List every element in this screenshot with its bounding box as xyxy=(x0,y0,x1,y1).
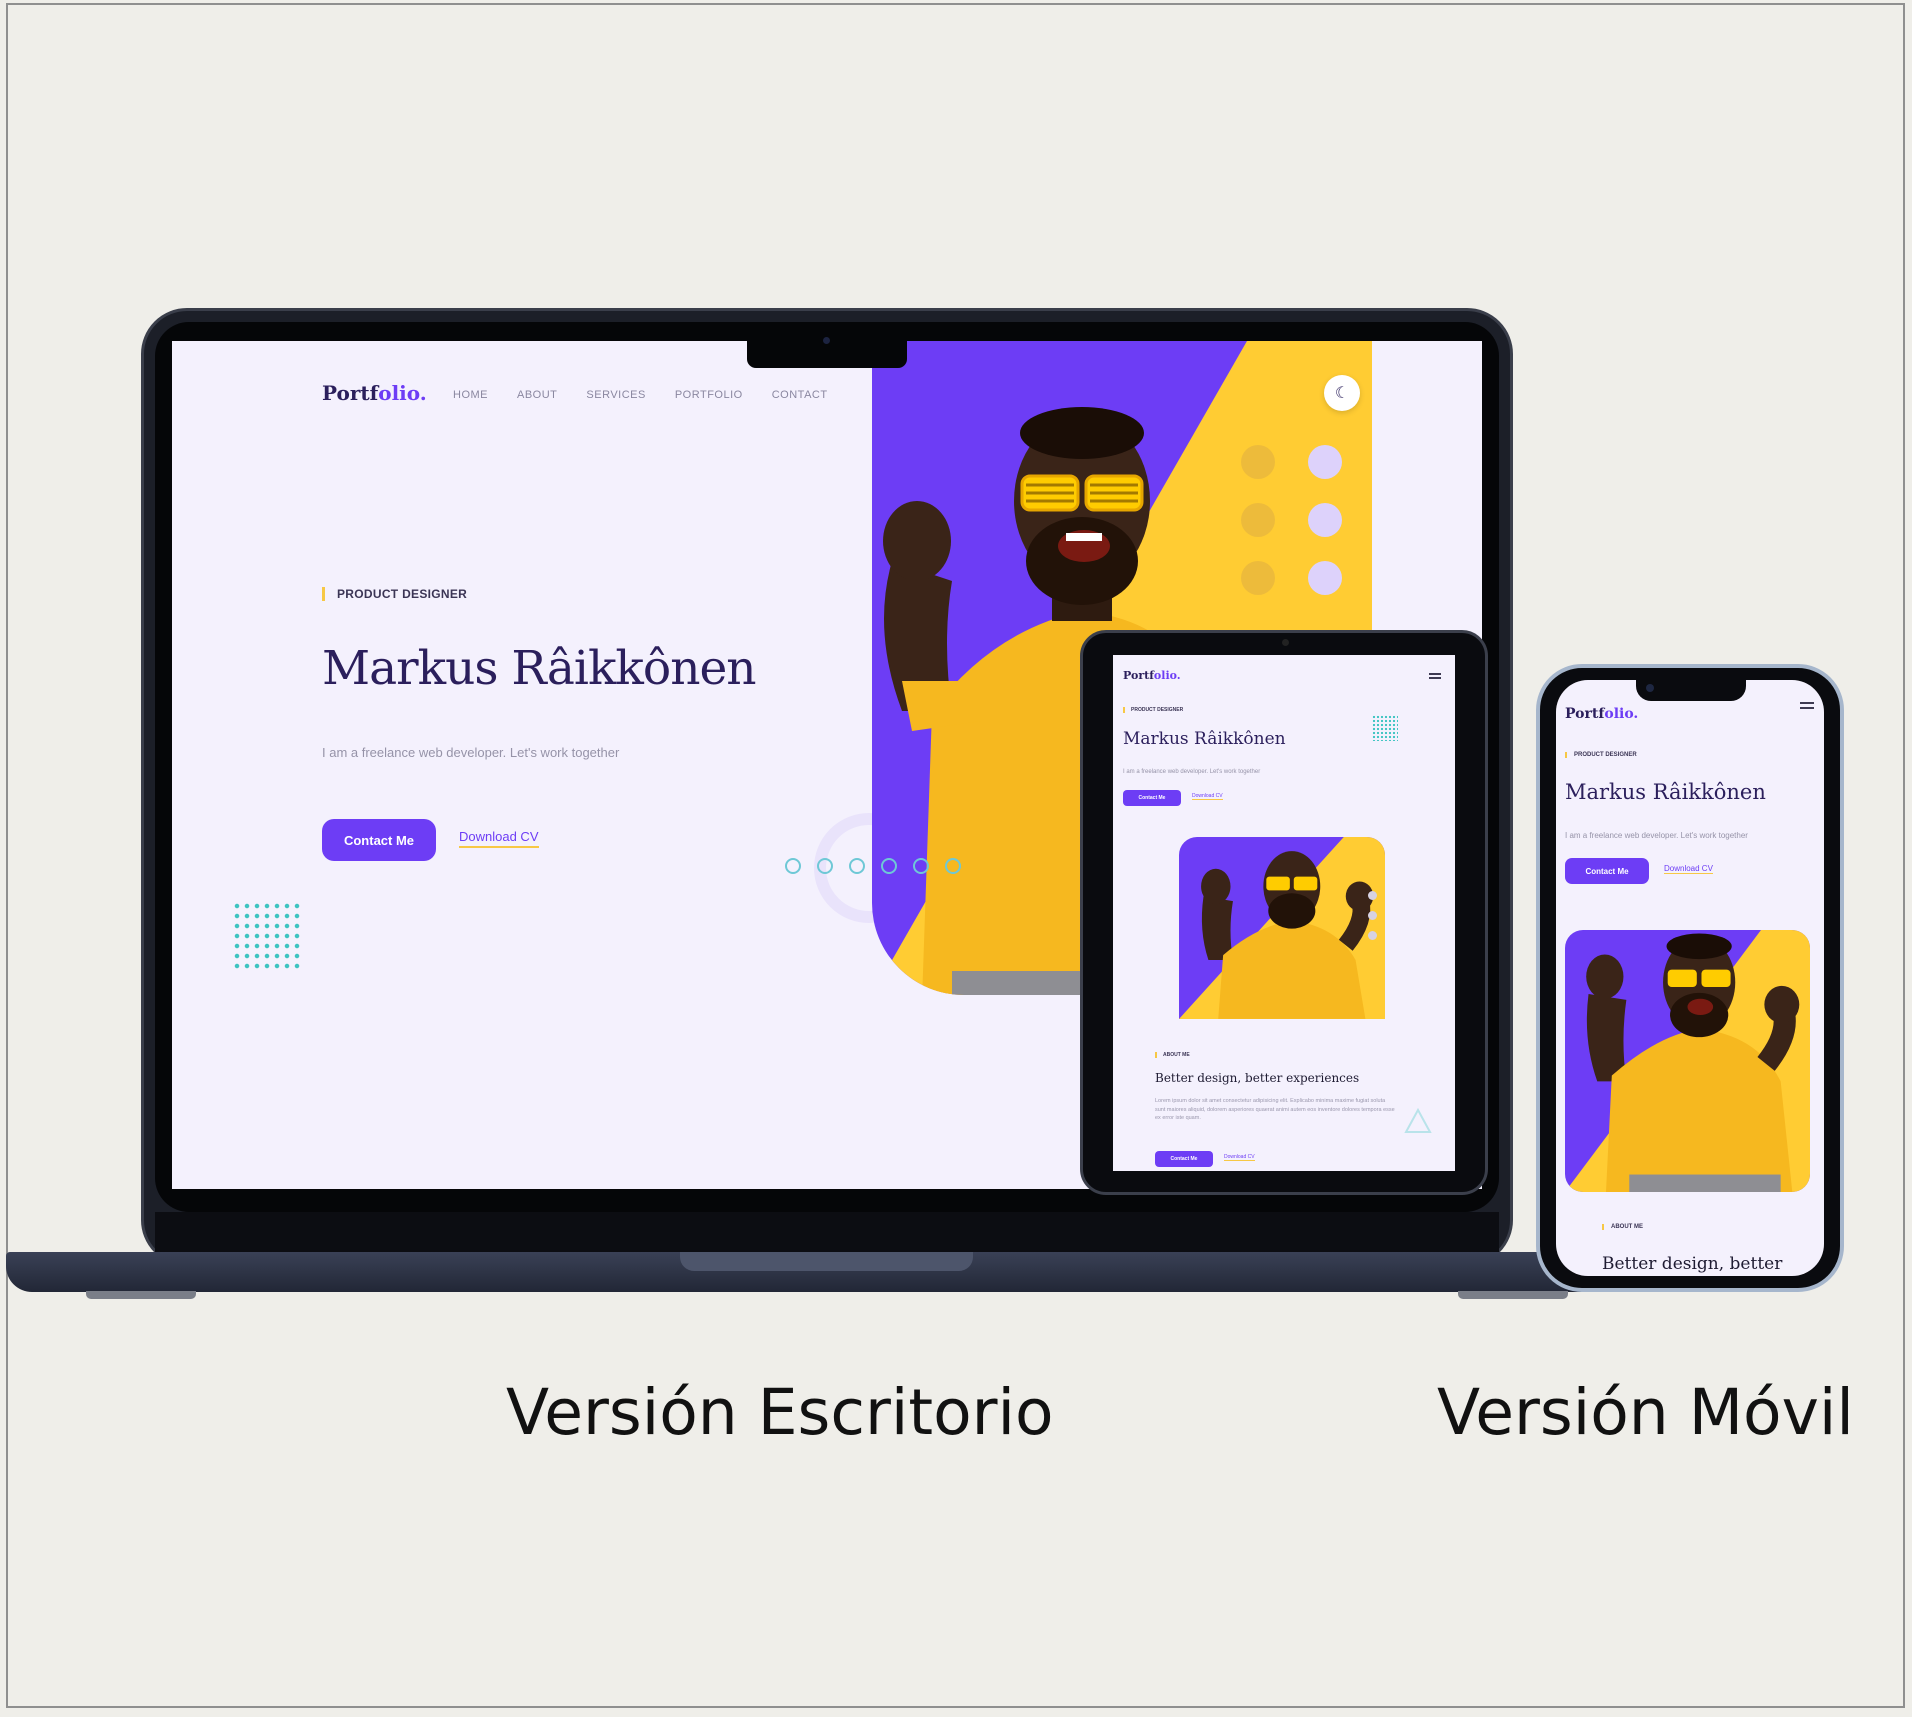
tablet-hero-name: Markus Râikkônen xyxy=(1123,729,1286,749)
laptop-foot xyxy=(86,1291,196,1299)
laptop-chin xyxy=(155,1212,1499,1252)
hamburger-menu-icon[interactable] xyxy=(1429,673,1441,679)
tablet-camera xyxy=(1282,639,1289,646)
phone-camera xyxy=(1646,684,1654,692)
tablet-logo[interactable]: Portfolio. xyxy=(1123,669,1181,682)
desktop-caption: Versión Escritorio xyxy=(506,1376,1054,1449)
purple-circle-decoration xyxy=(1308,503,1342,537)
tablet-download-cv-link[interactable]: Download CV xyxy=(1192,793,1223,800)
desktop-logo[interactable]: Portfolio. xyxy=(322,381,427,405)
mobile-caption: Versión Móvil xyxy=(1437,1376,1854,1449)
circle-decoration xyxy=(1368,891,1377,900)
tablet-about-text: Lorem ipsum dolor sit amet consectetur a… xyxy=(1155,1098,1395,1122)
laptop-camera xyxy=(823,337,830,344)
nav-about[interactable]: ABOUT xyxy=(517,389,557,401)
tablet-contact-button[interactable]: Contact Me xyxy=(1123,790,1181,806)
nav-portfolio[interactable]: PORTFOLIO xyxy=(675,389,743,401)
nav-contact[interactable]: CONTACT xyxy=(772,389,828,401)
mobile-about-heading: Better design, better xyxy=(1602,1254,1783,1274)
person-illustration xyxy=(1586,933,1800,1192)
desktop-download-cv-link[interactable]: Download CV xyxy=(459,829,539,848)
theme-toggle-button[interactable]: ☾ xyxy=(1324,375,1360,411)
dot-grid-decoration xyxy=(1372,715,1398,741)
person-illustration xyxy=(1201,851,1374,1019)
moon-icon: ☾ xyxy=(1334,385,1350,402)
carousel-dot[interactable] xyxy=(945,858,961,874)
tablet-about-tag: ABOUT ME xyxy=(1155,1052,1190,1058)
yellow-circle-decoration xyxy=(1241,561,1275,595)
carousel-dot[interactable] xyxy=(817,858,833,874)
mobile-hero-description: I am a freelance web developer. Let's wo… xyxy=(1565,831,1748,840)
laptop-opening-groove xyxy=(680,1252,973,1271)
tablet-about-heading: Better design, better experiences xyxy=(1155,1071,1360,1085)
desktop-tagline: PRODUCT DESIGNER xyxy=(322,587,467,601)
purple-circle-decoration xyxy=(1308,445,1342,479)
nav-services[interactable]: SERVICES xyxy=(586,389,645,401)
mobile-hero-image xyxy=(1565,930,1810,1192)
tablet-tagline: PRODUCT DESIGNER xyxy=(1123,707,1183,713)
mobile-logo[interactable]: Portfolio. xyxy=(1565,706,1638,722)
dot-grid-decoration xyxy=(232,901,302,971)
mobile-tagline: PRODUCT DESIGNER xyxy=(1565,752,1637,758)
desktop-contact-button[interactable]: Contact Me xyxy=(322,819,436,861)
carousel-dot[interactable] xyxy=(785,858,801,874)
yellow-circle-decoration xyxy=(1241,503,1275,537)
nav-home[interactable]: HOME xyxy=(453,389,488,401)
mobile-contact-button[interactable]: Contact Me xyxy=(1565,858,1649,884)
carousel-dot[interactable] xyxy=(849,858,865,874)
desktop-hero-name: Markus Râikkônen xyxy=(322,641,757,696)
mobile-hero-name: Markus Râikkônen xyxy=(1565,780,1766,804)
triangle-decoration xyxy=(1404,1107,1432,1133)
mobile-about-tag: ABOUT ME xyxy=(1602,1224,1643,1230)
carousel-dot[interactable] xyxy=(881,858,897,874)
tablet-about-contact-button[interactable]: Contact Me xyxy=(1155,1151,1213,1167)
tablet-hero-image xyxy=(1179,837,1385,1019)
mobile-download-cv-link[interactable]: Download CV xyxy=(1664,864,1713,874)
yellow-circle-decoration xyxy=(1241,445,1275,479)
tablet-hero-description: I am a freelance web developer. Let's wo… xyxy=(1123,769,1261,775)
desktop-hero-description: I am a freelance web developer. Let's wo… xyxy=(322,745,620,760)
tablet-screen: Portfolio. PRODUCT DESIGNER Markus Râikk… xyxy=(1113,655,1455,1171)
hamburger-menu-icon[interactable] xyxy=(1800,702,1814,709)
laptop-foot xyxy=(1458,1291,1568,1299)
tablet-about-download-link[interactable]: Download CV xyxy=(1224,1154,1255,1161)
purple-circle-decoration xyxy=(1308,561,1342,595)
carousel-dot[interactable] xyxy=(913,858,929,874)
circle-decoration xyxy=(1368,911,1377,920)
hero-side-strip xyxy=(1372,341,1482,631)
circle-decoration xyxy=(1368,931,1377,940)
mobile-screen: Portfolio. PRODUCT DESIGNER Markus Râikk… xyxy=(1556,680,1824,1276)
desktop-nav: HOME ABOUT SERVICES PORTFOLIO CONTACT xyxy=(453,389,828,401)
carousel-dots[interactable] xyxy=(785,858,961,874)
laptop-notch xyxy=(747,341,907,368)
